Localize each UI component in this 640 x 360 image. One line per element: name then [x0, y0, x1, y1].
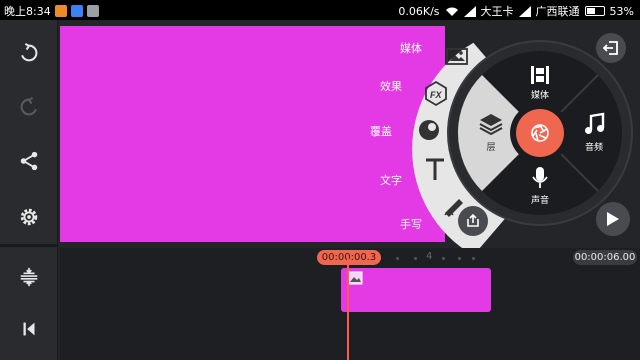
- fan-item-media[interactable]: 媒体: [378, 40, 422, 56]
- overlay-icon: [419, 120, 439, 140]
- exit-button[interactable]: [596, 33, 626, 63]
- ruler-dot: [396, 257, 399, 260]
- fan-item-overlay[interactable]: 覆盖: [348, 123, 392, 139]
- app-root: 晚上8:34 0.06K/s 大王卡 广西联通 53% FX 媒体 效果 覆盖 …: [0, 0, 640, 360]
- fan-item-handwriting[interactable]: 手写: [378, 216, 422, 232]
- image-thumbnail-icon: [347, 271, 363, 285]
- ruler-dot: [414, 257, 417, 260]
- svg-text:FX: FX: [430, 90, 442, 100]
- export-icon: [467, 214, 479, 227]
- wheel-label-audio[interactable]: 音频: [579, 140, 609, 153]
- export-button[interactable]: [458, 206, 488, 236]
- wheel-label-voice[interactable]: 声音: [525, 193, 555, 206]
- ruler-mark: 4: [426, 251, 433, 262]
- playhead[interactable]: [347, 258, 349, 360]
- video-clip[interactable]: [341, 268, 491, 312]
- wheel-label-media[interactable]: 媒体: [525, 88, 555, 101]
- total-duration: 00:00:06.00: [573, 250, 637, 265]
- play-button[interactable]: [596, 202, 630, 236]
- ruler-dot: [442, 257, 445, 260]
- wheel-label-layer[interactable]: 层: [476, 140, 506, 153]
- fan-item-text[interactable]: 文字: [358, 172, 402, 188]
- ruler-dot: [458, 257, 461, 260]
- fan-item-effects[interactable]: 效果: [358, 78, 402, 94]
- ruler-dot: [472, 257, 475, 260]
- exit-icon: [603, 41, 618, 55]
- current-time: 00:00:00.3: [317, 250, 381, 265]
- play-icon: [607, 212, 619, 226]
- timeline[interactable]: 4 00:00:00.3 00:00:06.00: [60, 248, 640, 360]
- media-film-icon: [531, 66, 549, 84]
